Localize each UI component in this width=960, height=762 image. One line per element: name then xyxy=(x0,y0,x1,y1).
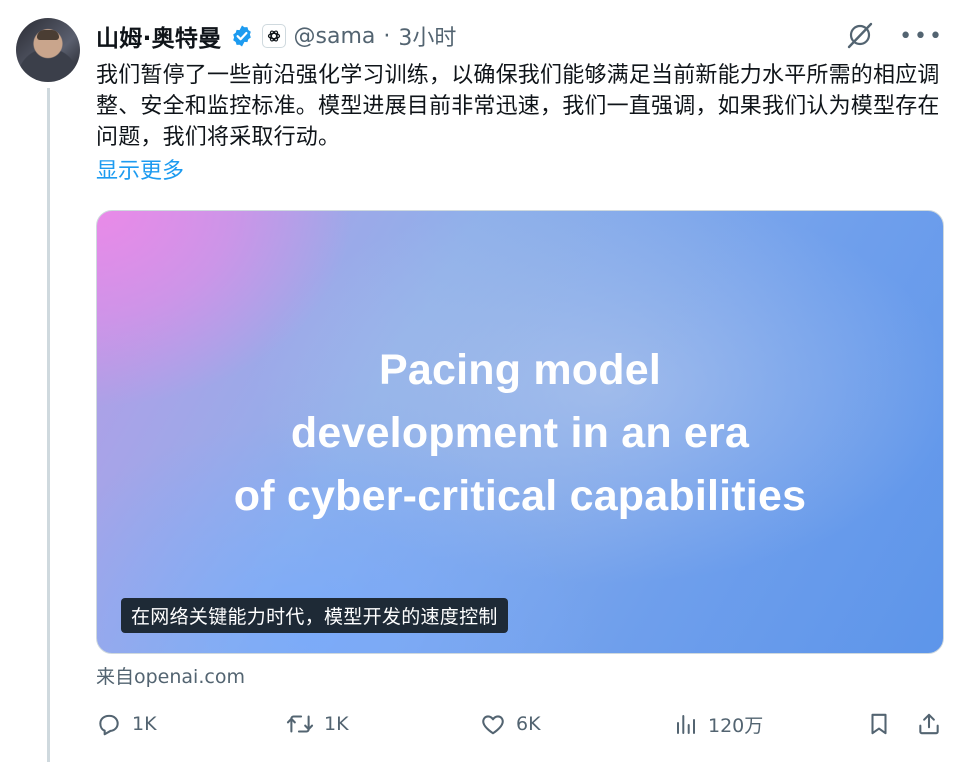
bookmark-icon xyxy=(866,711,892,737)
tweet-text: 我们暂停了一些前沿强化学习训练，以确保我们能够满足当前新能力水平所需的相应调整、… xyxy=(96,63,940,150)
thread-line xyxy=(47,88,50,762)
tweet-header: 山姆·奥特曼 @sama · 3小时 ••• xyxy=(96,18,944,54)
header-actions: ••• xyxy=(845,20,944,54)
openai-logo-icon[interactable] xyxy=(261,24,286,48)
retweet-icon xyxy=(286,711,314,737)
avatar[interactable] xyxy=(16,18,80,82)
handle[interactable]: @sama xyxy=(294,24,376,49)
card-headline: Pacing model development in an era of cy… xyxy=(97,339,943,528)
verified-badge-icon xyxy=(230,24,254,48)
card-headline-line-2: development in an era xyxy=(290,409,750,457)
reply-button[interactable]: 1K xyxy=(96,704,157,744)
avatar-hair xyxy=(37,30,59,40)
separator-dot: · xyxy=(383,23,391,49)
reply-icon xyxy=(96,711,122,737)
card-headline-line-1: Pacing model xyxy=(379,346,661,394)
reply-count: 1K xyxy=(132,713,157,735)
views-button[interactable]: 120万 xyxy=(674,704,763,744)
card-caption: 在网络关键能力时代，模型开发的速度控制 xyxy=(121,598,508,633)
like-button[interactable]: 6K xyxy=(480,704,541,744)
like-icon xyxy=(480,711,506,737)
views-icon xyxy=(674,712,698,736)
views-count: 120万 xyxy=(708,714,764,737)
timestamp[interactable]: 3小时 xyxy=(398,20,456,52)
like-count: 6K xyxy=(516,713,541,735)
card-source[interactable]: 来自openai.com xyxy=(96,662,245,689)
link-card[interactable]: Pacing model development in an era of cy… xyxy=(96,210,944,654)
retweet-count: 1K xyxy=(324,713,349,735)
retweet-button[interactable]: 1K xyxy=(286,704,349,744)
action-bar: 1K 1K 6K 120万 xyxy=(96,704,944,744)
display-name[interactable]: 山姆·奥特曼 xyxy=(96,19,222,53)
grok-icon[interactable] xyxy=(845,20,875,54)
show-more-link[interactable]: 显示更多 xyxy=(96,156,184,187)
more-icon[interactable]: ••• xyxy=(899,26,944,48)
share-button[interactable] xyxy=(916,704,942,744)
bookmark-button[interactable] xyxy=(866,704,892,744)
share-icon xyxy=(916,711,942,737)
card-headline-line-3: of cyber-critical capabilities xyxy=(233,472,807,520)
